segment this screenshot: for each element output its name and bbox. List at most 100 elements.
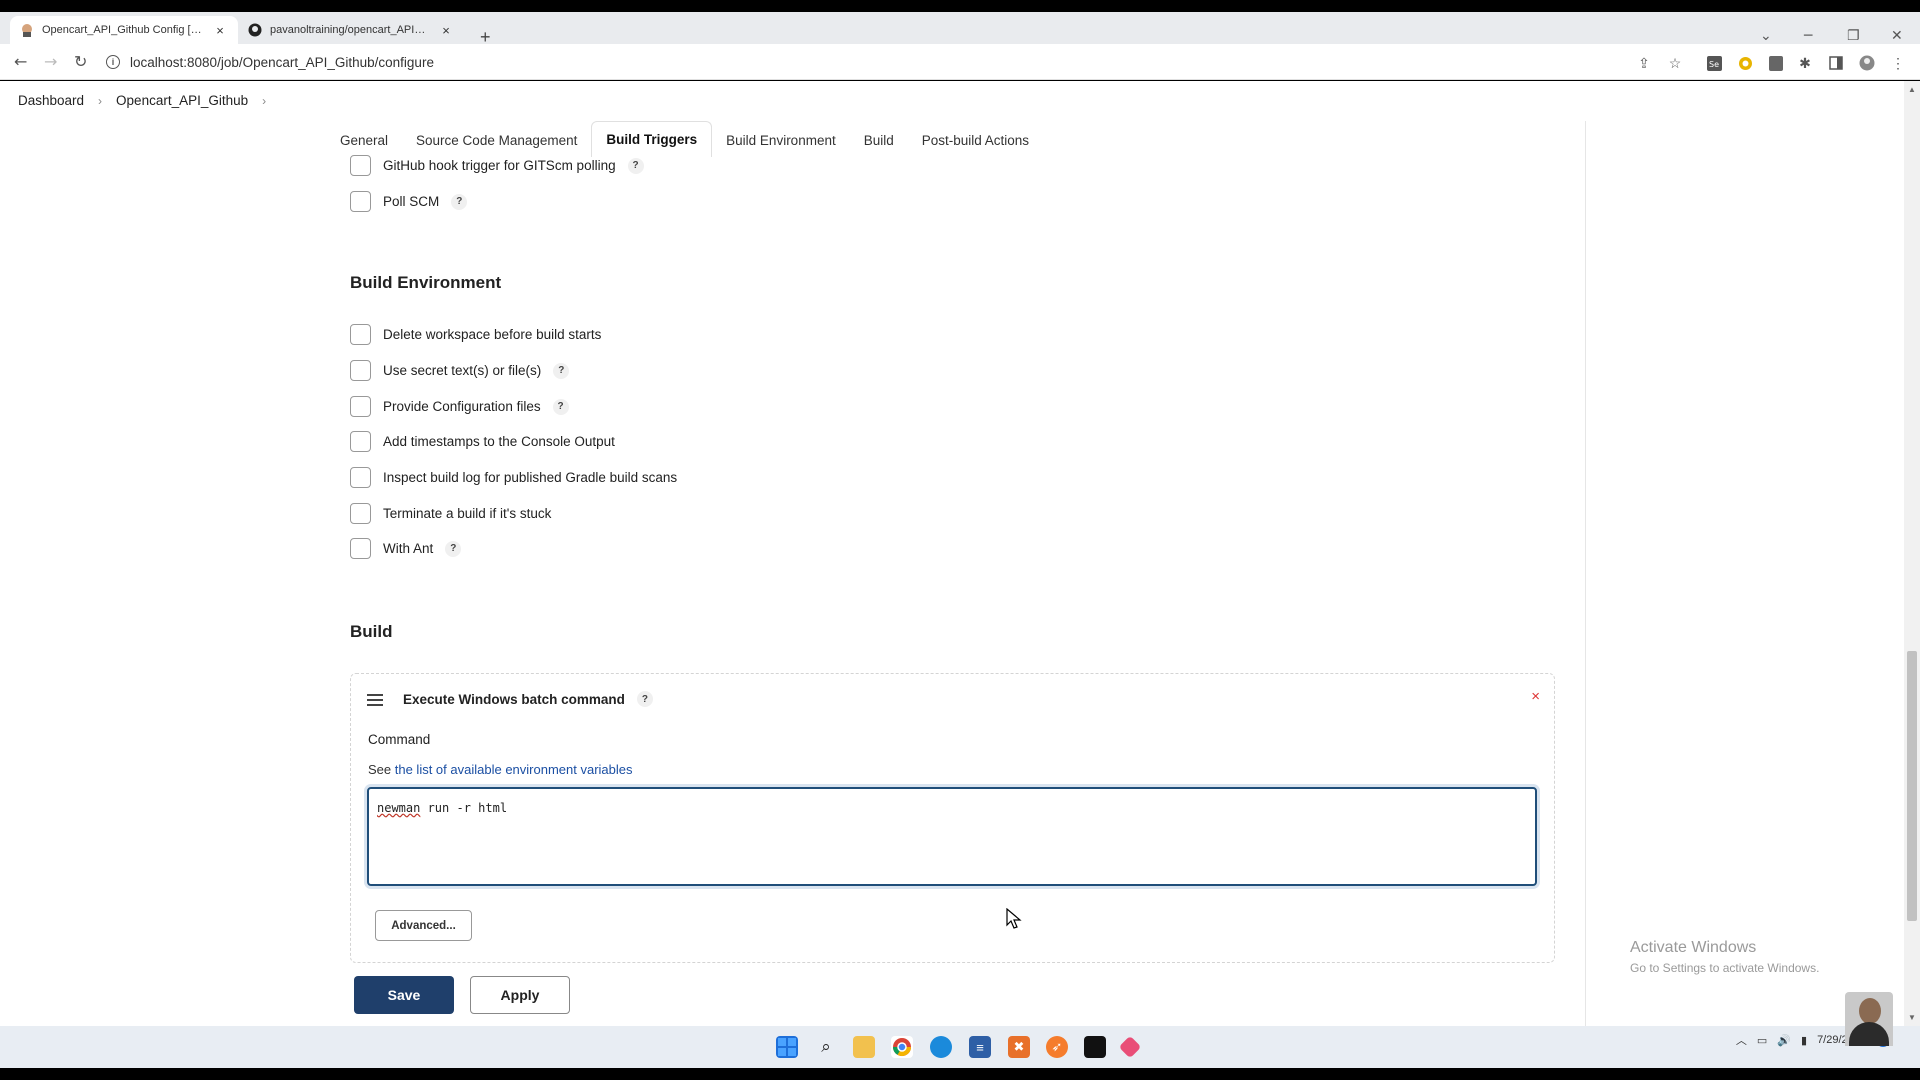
extensions-puzzle-icon[interactable]: ✱	[1797, 55, 1813, 71]
command-text-part: newman	[377, 801, 421, 815]
option-with-ant[interactable]: With Ant ?	[350, 538, 462, 559]
jenkins-favicon-icon	[20, 23, 34, 37]
minimize-icon[interactable]: ─	[1804, 28, 1812, 44]
help-icon[interactable]: ?	[627, 157, 644, 174]
extension-icon[interactable]	[1768, 55, 1784, 71]
save-button[interactable]: Save	[354, 976, 454, 1014]
tab-title: Opencart_API_Github Config [Jenkins]	[42, 24, 204, 36]
svg-text:Se: Se	[1709, 60, 1719, 69]
close-window-icon[interactable]: ✕	[1891, 28, 1903, 44]
checkbox[interactable]	[350, 396, 371, 417]
tab-build-environment[interactable]: Build Environment	[712, 123, 850, 157]
env-vars-link[interactable]: the list of available environment variab…	[395, 762, 633, 777]
selenium-extension-icon[interactable]: Se	[1706, 55, 1722, 71]
back-arrow-icon[interactable]: ←	[14, 52, 27, 71]
option-config-files[interactable]: Provide Configuration files ?	[350, 396, 569, 417]
search-icon[interactable]: ⌕	[815, 1036, 837, 1058]
breadcrumb-separator-icon[interactable]: ›	[262, 94, 266, 108]
tab-build-triggers[interactable]: Build Triggers	[591, 121, 713, 157]
checkbox[interactable]	[350, 191, 371, 212]
delete-step-close-icon[interactable]: ×	[1531, 688, 1540, 705]
screen-top-border	[0, 0, 1920, 12]
option-label: Inspect build log for published Gradle b…	[383, 470, 678, 485]
file-explorer-icon[interactable]	[853, 1036, 875, 1058]
postman-icon[interactable]: ➶	[1046, 1036, 1068, 1058]
tab-build[interactable]: Build	[850, 123, 908, 157]
git-icon[interactable]	[1118, 1035, 1142, 1059]
checkbox[interactable]	[350, 360, 371, 381]
checkbox[interactable]	[350, 467, 371, 488]
option-delete-workspace[interactable]: Delete workspace before build starts	[350, 324, 601, 345]
browser-tab-github[interactable]: pavanoltraining/opencart_API_testing ×	[238, 16, 464, 44]
tab-close-icon[interactable]: ×	[212, 23, 228, 38]
option-timestamps[interactable]: Add timestamps to the Console Output	[350, 431, 615, 452]
tab-post-build-actions[interactable]: Post-build Actions	[908, 123, 1043, 157]
help-icon[interactable]: ?	[451, 193, 468, 210]
help-icon[interactable]: ?	[445, 540, 462, 557]
start-windows-icon[interactable]	[776, 1036, 798, 1058]
drag-handle-icon[interactable]	[367, 694, 383, 706]
option-label: Delete workspace before build starts	[383, 327, 602, 342]
command-text-part: run -r html	[420, 801, 508, 815]
browser-tab-jenkins[interactable]: Opencart_API_Github Config [Jenkins] ×	[10, 16, 238, 44]
battery-icon[interactable]: ▮	[1801, 1034, 1807, 1047]
scroll-up-icon[interactable]: ▲	[1908, 85, 1916, 94]
option-secret-text[interactable]: Use secret text(s) or file(s) ?	[350, 360, 570, 381]
browser-menu-icon[interactable]: ⋮	[1890, 55, 1906, 71]
scrollbar-thumb[interactable]	[1907, 651, 1917, 921]
github-favicon-icon	[248, 23, 262, 37]
checkbox[interactable]	[350, 155, 371, 176]
activate-windows-watermark: Activate Windows Go to Settings to activ…	[1630, 939, 1819, 975]
option-github-hook-trigger[interactable]: GitHub hook trigger for GITScm polling ?	[350, 155, 644, 176]
browser-tab-strip: Opencart_API_Github Config [Jenkins] × p…	[0, 12, 1920, 47]
build-step-title: Execute Windows batch command ?	[403, 691, 653, 707]
checkbox[interactable]	[350, 503, 371, 524]
option-terminate-stuck[interactable]: Terminate a build if it's stuck	[350, 503, 551, 524]
page-scrollbar[interactable]: ▲ ▼	[1904, 81, 1920, 1026]
help-icon[interactable]: ?	[636, 691, 653, 707]
network-icon[interactable]: ▭	[1757, 1034, 1767, 1047]
jenkins-config-page: Dashboard › Opencart_API_Github › Genera…	[0, 81, 1920, 1026]
address-bar[interactable]: i localhost:8080/job/Opencart_API_Github…	[106, 50, 434, 74]
option-label: Terminate a build if it's stuck	[383, 506, 552, 521]
extension-icon[interactable]	[1737, 55, 1753, 71]
option-poll-scm[interactable]: Poll SCM ?	[350, 191, 468, 212]
volume-icon[interactable]: 🔊	[1777, 1034, 1791, 1047]
chrome-icon[interactable]	[891, 1036, 913, 1058]
scroll-down-icon[interactable]: ▼	[1908, 1013, 1916, 1022]
site-info-icon[interactable]: i	[106, 55, 120, 69]
url-text[interactable]: localhost:8080/job/Opencart_API_Github/c…	[130, 55, 434, 70]
env-hint-prefix: See	[368, 762, 395, 777]
tab-search-icon[interactable]: ⌄	[1760, 28, 1772, 44]
notepad-icon[interactable]: ≡	[969, 1036, 991, 1058]
screen-bottom-border	[0, 1068, 1920, 1080]
tab-close-icon[interactable]: ×	[438, 23, 454, 38]
apply-button[interactable]: Apply	[470, 976, 570, 1014]
help-icon[interactable]: ?	[552, 398, 569, 415]
edge-icon[interactable]	[930, 1036, 952, 1058]
share-icon[interactable]: ⇪	[1636, 55, 1652, 71]
checkbox[interactable]	[350, 538, 371, 559]
option-label: GitHub hook trigger for GITScm polling	[383, 158, 616, 173]
profile-icon[interactable]	[1859, 55, 1875, 71]
side-panel-icon[interactable]	[1828, 55, 1844, 71]
xampp-icon[interactable]: ✖	[1008, 1036, 1030, 1058]
forward-arrow-icon[interactable]: →	[44, 52, 57, 71]
tab-source-code-management[interactable]: Source Code Management	[402, 123, 591, 157]
watermark-title: Activate Windows	[1630, 939, 1757, 956]
tab-general[interactable]: General	[326, 123, 402, 157]
reload-icon[interactable]: ↻	[74, 52, 87, 71]
advanced-button[interactable]: Advanced...	[375, 910, 472, 941]
terminal-icon[interactable]	[1084, 1036, 1106, 1058]
command-textarea[interactable]: newman run -r html	[367, 787, 1537, 886]
checkbox[interactable]	[350, 324, 371, 345]
option-label: Use secret text(s) or file(s)	[383, 363, 542, 378]
option-gradle-scans[interactable]: Inspect build log for published Gradle b…	[350, 467, 677, 488]
tray-chevron-icon[interactable]: ︿	[1736, 1032, 1747, 1048]
breadcrumb-job[interactable]: Opencart_API_Github	[116, 93, 248, 108]
bookmark-star-icon[interactable]: ☆	[1667, 55, 1683, 71]
checkbox[interactable]	[350, 431, 371, 452]
help-icon[interactable]: ?	[553, 362, 570, 379]
restore-icon[interactable]: ❐	[1847, 28, 1860, 44]
breadcrumb-dashboard[interactable]: Dashboard	[18, 93, 84, 108]
